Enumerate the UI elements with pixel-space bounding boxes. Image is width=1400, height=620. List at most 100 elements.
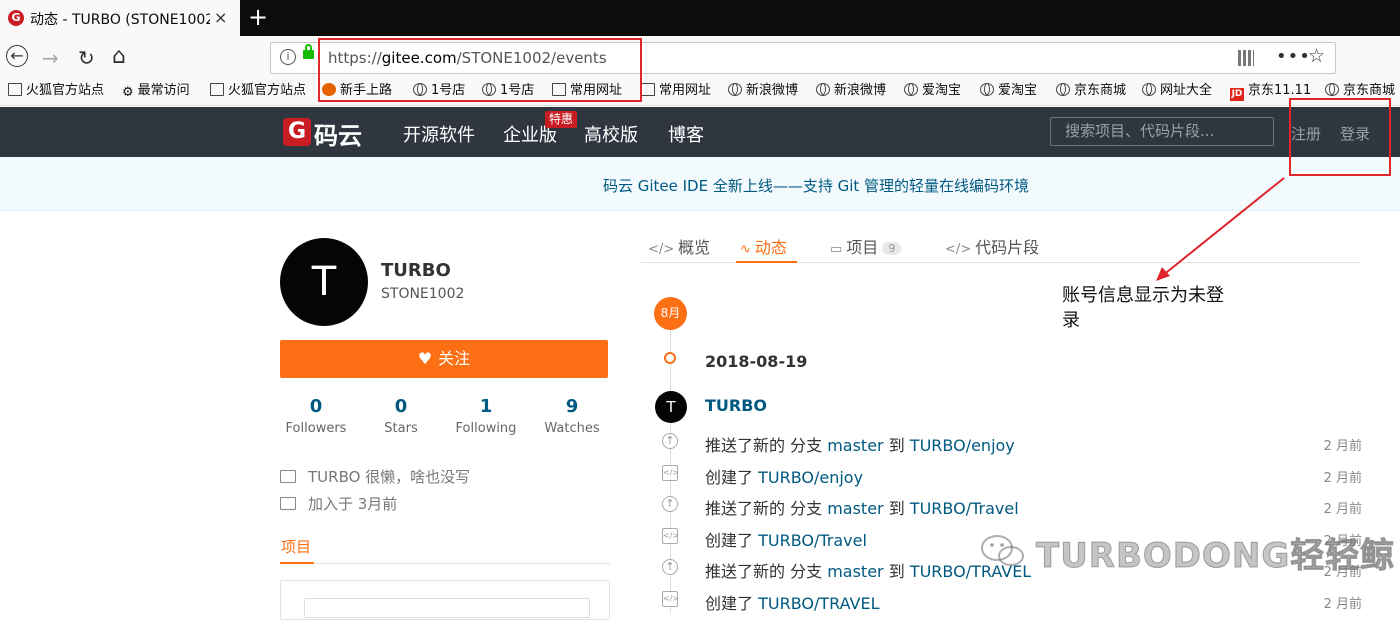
code-icon: </> <box>662 591 679 607</box>
site-info-icon[interactable]: i <box>280 49 296 65</box>
stat-following[interactable]: 1 Following <box>443 396 529 436</box>
bookmark-label: 常用网址 <box>659 83 712 98</box>
event-text: 到 <box>883 562 910 581</box>
announcement-link[interactable]: 码云 Gitee IDE 全新上线——支持 Git 管理的轻量在线编码环境 <box>0 175 1400 196</box>
bookmark-item[interactable]: 京东商城 <box>1056 82 1126 100</box>
nav-open-source[interactable]: 开源软件 <box>403 121 475 147</box>
user-link[interactable]: TURBO <box>705 396 767 415</box>
repo-link[interactable]: TURBO/Travel <box>758 531 867 550</box>
nav-education[interactable]: 高校版 <box>584 121 638 147</box>
bookmark-label: 新浪微博 <box>746 83 799 98</box>
stat-value: 0 <box>309 396 323 417</box>
avatar: T <box>280 238 368 326</box>
avatar[interactable]: T <box>655 391 687 423</box>
bookmark-item[interactable]: 火狐官方站点 <box>210 82 306 100</box>
event-text: 到 <box>883 436 910 455</box>
event-item: 创建了 TURBO/TRAVEL <box>705 590 880 614</box>
timeline-dot <box>664 352 676 364</box>
bookmark-item[interactable]: 爱淘宝 <box>904 82 961 100</box>
stat-value: 0 <box>394 396 408 417</box>
event-text: 创建了 <box>705 594 759 613</box>
stat-value: 1 <box>479 396 493 417</box>
follow-button[interactable]: ♥ 关注 <box>280 340 608 378</box>
watermark-text: TURBODONG轻轻鲸 <box>1035 536 1396 577</box>
event-time: 2 月前 <box>1323 502 1362 517</box>
bookmark-item[interactable]: 网址大全 <box>1142 82 1212 100</box>
event-text: 推送了新的 分支 <box>705 499 828 518</box>
bookmark-label: 最常访问 <box>137 83 190 98</box>
folder-icon <box>8 83 22 96</box>
site-logo-text[interactable]: 码云 <box>314 116 362 151</box>
reload-button[interactable]: ↻ <box>78 46 95 70</box>
gitee-logo-icon[interactable]: G <box>283 118 311 146</box>
repo-link[interactable]: TURBO/enjoy <box>758 468 863 487</box>
code-window-icon: </> <box>648 242 675 257</box>
tab-label: 代码片段 <box>975 238 1040 257</box>
branch-link[interactable]: master <box>827 436 883 455</box>
bookmark-item[interactable]: ⚙ 最常访问 <box>122 82 190 100</box>
site-search-input[interactable]: 搜索项目、代码片段... <box>1050 117 1274 146</box>
calendar-icon <box>280 497 296 510</box>
project-search-input[interactable] <box>304 598 590 618</box>
push-icon: ↑ <box>662 433 678 449</box>
count-badge: 9 <box>882 242 902 255</box>
stat-followers[interactable]: 0 Followers <box>273 396 359 436</box>
event-text: 推送了新的 分支 <box>705 436 828 455</box>
gitee-icon: G <box>8 10 24 26</box>
repo-link[interactable]: TURBO/enjoy <box>910 436 1015 455</box>
bookmark-label: 网址大全 <box>1160 83 1213 98</box>
bookmark-star-icon[interactable]: ☆ <box>1308 45 1325 67</box>
stat-value: 9 <box>565 396 579 417</box>
bookmark-label: 京东11.11 <box>1248 83 1312 98</box>
bookmark-label: 京东商城 <box>1074 83 1127 98</box>
new-tab-button[interactable]: + <box>248 4 268 30</box>
push-icon: ↑ <box>662 559 678 575</box>
bookmark-item[interactable]: 常用网址 <box>641 82 711 100</box>
wechat-icon <box>981 535 1024 566</box>
bookmark-item[interactable]: 新浪微博 <box>728 82 798 100</box>
bookmark-item[interactable]: 火狐官方站点 <box>8 82 104 100</box>
bookmark-label: 京东商城 <box>1343 83 1396 98</box>
stat-label: Following <box>455 421 517 436</box>
event-item: 推送了新的 分支 master 到 TURBO/Travel <box>705 495 1019 519</box>
globe-icon <box>1142 83 1156 96</box>
repo-link[interactable]: TURBO/Travel <box>910 499 1019 518</box>
tab-projects[interactable]: 项目 <box>281 536 311 557</box>
folder-icon <box>641 83 655 96</box>
repo-link[interactable]: TURBO/TRAVEL <box>758 594 879 613</box>
close-tab-icon[interactable]: × <box>214 8 227 27</box>
timeline-date: 2018-08-19 <box>705 352 808 371</box>
tab-overview[interactable]: </> 概览 <box>648 234 710 258</box>
tab-label: 概览 <box>678 238 711 257</box>
bookmark-label: 爱淘宝 <box>998 83 1038 98</box>
annotation-note: 账号信息显示为未登录 <box>1062 285 1224 331</box>
stat-stars[interactable]: 0 Stars <box>358 396 444 436</box>
login-highlight-box <box>1289 98 1391 176</box>
back-button[interactable]: ← <box>6 45 28 67</box>
bookmark-item[interactable]: 爱淘宝 <box>980 82 1037 100</box>
active-tab-indicator <box>280 562 314 564</box>
month-badge: 8月 <box>654 297 687 330</box>
bookmark-label: 新浪微博 <box>834 83 887 98</box>
globe-icon <box>816 83 830 96</box>
home-button[interactable]: ⌂ <box>112 45 126 69</box>
branch-link[interactable]: master <box>827 499 883 518</box>
browser-tab[interactable]: G 动态 - TURBO (STONE1002) - × <box>0 0 240 36</box>
bookmark-item[interactable]: 新浪微博 <box>816 82 886 100</box>
more-actions-icon[interactable]: ••• <box>1276 46 1311 67</box>
branch-link[interactable]: master <box>827 562 883 581</box>
gear-icon: ⚙ <box>122 85 134 100</box>
pulse-icon: ∿ <box>740 242 751 257</box>
joined-text: 加入于 3月前 <box>308 495 398 513</box>
forward-button[interactable]: → <box>42 46 59 70</box>
profile-name: TURBO <box>381 260 451 281</box>
tab-activity[interactable]: ∿ 动态 <box>740 234 787 258</box>
folder-icon <box>210 83 224 96</box>
tab-repos[interactable]: ▭ 项目 9 <box>830 234 902 258</box>
tab-snippets[interactable]: </> 代码片段 <box>945 234 1039 258</box>
nav-blog[interactable]: 博客 <box>668 121 704 147</box>
profile-username: STONE1002 <box>381 286 465 302</box>
code-icon: </> <box>662 528 679 544</box>
stat-watches[interactable]: 9 Watches <box>529 396 615 436</box>
qr-code-icon[interactable] <box>1238 50 1254 66</box>
